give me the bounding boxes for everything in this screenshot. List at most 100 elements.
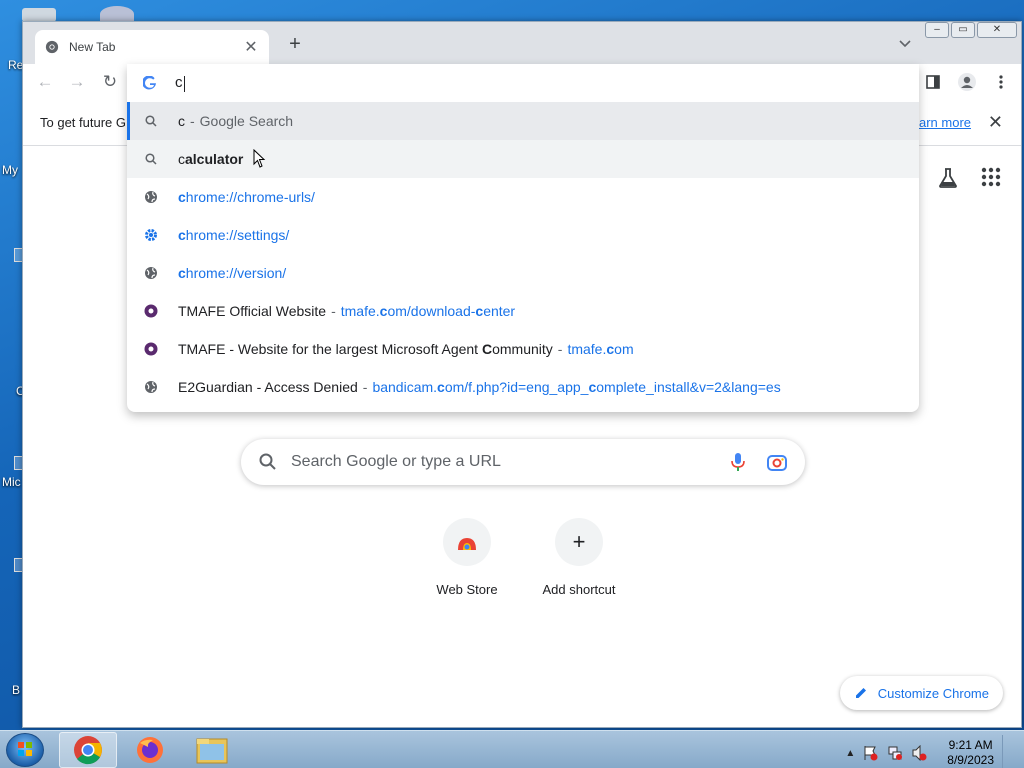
close-window-button[interactable]: ✕ <box>977 22 1017 38</box>
suggestion-text: c <box>178 113 185 129</box>
clock-date: 8/9/2023 <box>947 753 994 767</box>
close-tab-icon[interactable]: ✕ <box>243 37 259 57</box>
suggestion-separator: - <box>331 303 336 319</box>
omnibox-text: c <box>175 74 185 92</box>
chrome-window: New Tab ✕ + – ▭ ✕ ← → ↻ To get future G … <box>22 21 1022 728</box>
clock-time: 9:21 AM <box>948 738 993 752</box>
globe-icon <box>143 265 159 281</box>
suggestion-separator: - <box>362 379 368 395</box>
desktop-app-icon[interactable] <box>100 6 134 22</box>
shortcut-label: Add shortcut <box>542 582 616 597</box>
close-info-bar-button[interactable]: ✕ <box>988 112 1003 133</box>
suggestion-url: tmafe.com/download-center <box>340 303 516 319</box>
reload-button[interactable]: ↻ <box>100 72 120 92</box>
mouse-cursor-icon <box>253 149 266 168</box>
suggestion-url: chrome://chrome-urls/ <box>178 189 315 205</box>
side-panel-icon <box>926 75 940 89</box>
suggestion-chrome-version[interactable]: chrome://version/ <box>127 254 919 292</box>
shortcut-label: Web Store <box>436 582 498 597</box>
forward-button[interactable]: → <box>67 72 87 92</box>
side-panel-button[interactable] <box>923 70 943 94</box>
omnibox-input[interactable]: c <box>127 64 919 102</box>
taskbar-explorer[interactable] <box>183 732 241 768</box>
suggestion-url: chrome://settings/ <box>178 227 290 243</box>
volume-muted-icon[interactable] <box>911 745 927 761</box>
google-g-icon <box>143 76 156 90</box>
tab-strip: New Tab ✕ + – ▭ ✕ <box>23 22 1021 64</box>
voice-search-icon[interactable] <box>731 452 745 472</box>
chrome-icon <box>74 736 102 765</box>
new-tab-button[interactable]: + <box>285 34 305 54</box>
system-tray: ▲ 9:21 AM 8/9/2023 <box>845 735 1014 768</box>
shortcut-add[interactable]: + Add shortcut <box>523 518 635 597</box>
network-icon[interactable] <box>887 745 903 761</box>
suggestion-url: chrome://version/ <box>178 265 287 281</box>
suggestion-chrome-urls[interactable]: chrome://chrome-urls/ <box>127 178 919 216</box>
recycle-bin-icon[interactable] <box>22 8 56 22</box>
search-placeholder: Search Google or type a URL <box>291 453 501 470</box>
suggestion-calculator[interactable]: c alculator <box>127 140 919 178</box>
tab-new-tab[interactable]: New Tab ✕ <box>35 30 269 64</box>
minimize-button[interactable]: – <box>925 22 949 38</box>
avatar-icon <box>958 73 976 91</box>
globe-icon <box>143 379 159 395</box>
suggestion-e2guardian[interactable]: E2Guardian - Access Denied - bandicam.com… <box>127 368 919 406</box>
suggestion-description: Google Search <box>199 113 294 129</box>
suggestion-separator: - <box>190 113 195 129</box>
text-caret <box>183 75 185 92</box>
shortcut-web-store[interactable]: Web Store <box>411 518 523 597</box>
more-vert-icon <box>999 75 1003 89</box>
suggestion-url: bandicam.com/f.php?id=eng_app_complete_i… <box>372 379 781 395</box>
suggestion-match: c <box>178 151 185 167</box>
pencil-icon <box>855 688 866 698</box>
show-desktop-button[interactable] <box>1002 735 1014 768</box>
tab-search-button[interactable] <box>899 36 911 51</box>
ntp-search-box[interactable]: Search Google or type a URL <box>241 439 805 485</box>
desktop-icon-label[interactable]: Mic <box>2 475 24 489</box>
toolbar-right <box>923 70 1011 94</box>
taskbar-firefox[interactable] <box>121 732 179 768</box>
suggestion-chrome-settings[interactable]: chrome://settings/ <box>127 216 919 254</box>
site-favicon-icon <box>143 303 159 319</box>
clock[interactable]: 9:21 AM 8/9/2023 <box>947 738 994 768</box>
lens-camera-icon[interactable] <box>767 453 787 471</box>
action-center-flag-icon[interactable] <box>863 745 879 761</box>
suggestion-tmafe-download[interactable]: TMAFE Official Website - tmafe.com/downlo… <box>127 292 919 330</box>
site-favicon-icon <box>143 341 159 357</box>
search-icon <box>143 151 159 167</box>
web-store-icon <box>443 518 491 566</box>
gear-icon <box>143 227 159 243</box>
profile-button[interactable] <box>957 70 977 94</box>
learn-more-link[interactable]: earn more <box>912 115 971 130</box>
add-icon: + <box>555 518 603 566</box>
suggestion-title: TMAFE Official Website <box>178 303 327 319</box>
omnibox-dropdown: c c - Google Search c alculator chrome://… <box>127 64 919 412</box>
search-icon <box>143 113 159 129</box>
taskbar: ▲ 9:21 AM 8/9/2023 <box>0 730 1024 768</box>
chevron-down-icon <box>899 40 911 48</box>
windows-logo-icon <box>18 742 32 756</box>
menu-button[interactable] <box>991 70 1011 94</box>
maximize-button[interactable]: ▭ <box>951 22 975 38</box>
folder-icon <box>196 738 228 764</box>
suggestion-google-search[interactable]: c - Google Search <box>127 102 919 140</box>
apps-grid-icon[interactable] <box>981 167 1001 187</box>
customize-chrome-button[interactable]: Customize Chrome <box>839 676 1003 710</box>
search-icon <box>259 453 276 470</box>
start-button[interactable] <box>6 733 44 767</box>
suggestion-title: TMAFE - Website for the largest Microsof… <box>178 341 553 357</box>
suggestion-title: E2Guardian - Access Denied <box>178 379 358 395</box>
labs-flask-icon[interactable] <box>937 167 959 189</box>
tab-title: New Tab <box>69 40 116 54</box>
window-controls: – ▭ ✕ <box>925 22 1017 38</box>
taskbar-chrome[interactable] <box>59 732 117 768</box>
desktop-icon-label[interactable]: My <box>2 163 24 177</box>
globe-icon <box>143 189 159 205</box>
show-hidden-icons-button[interactable]: ▲ <box>845 748 855 759</box>
suggestion-tmafe-community[interactable]: TMAFE - Website for the largest Microsof… <box>127 330 919 368</box>
suggestion-url: tmafe.com <box>567 341 634 357</box>
back-button[interactable]: ← <box>35 72 55 92</box>
chrome-icon <box>45 40 59 54</box>
customize-label: Customize Chrome <box>877 685 989 701</box>
ntp-top-icons <box>937 167 1001 189</box>
